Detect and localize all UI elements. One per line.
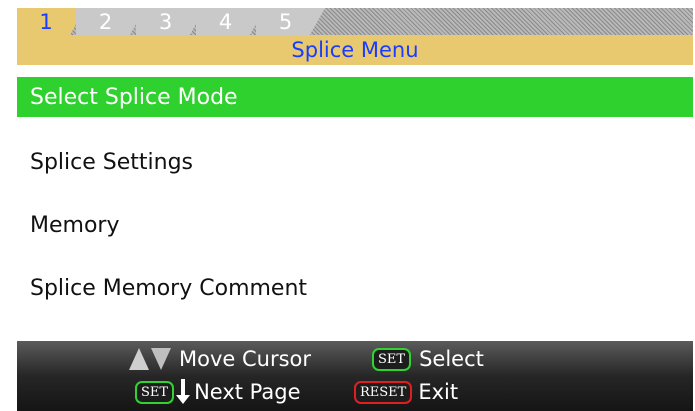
exit-label: Exit [418,380,459,404]
menu-item-splice-settings[interactable]: Splice Settings [17,142,693,182]
footer-help-bar: Move Cursor SET Select SET Next Page RES… [17,341,693,411]
down-arrow-icon [176,379,191,405]
reset-key-icon: RESET [354,380,413,404]
left-margin [0,0,17,411]
tab-label: 5 [278,9,293,34]
tab-label: 1 [39,9,53,34]
move-cursor-label: Move Cursor [179,347,312,371]
up-down-arrows [129,348,171,370]
exit-hint: RESET Exit [354,376,458,408]
select-label: Select [419,347,484,371]
next-page-hint: SET Next Page [135,376,301,408]
set-key-icon: SET [372,347,412,371]
menu-item-splice-memory-comment[interactable]: Splice Memory Comment [17,268,693,308]
set-key-icon: SET [135,380,175,404]
down-triangle-icon [151,348,171,370]
tab-label: 3 [158,9,173,34]
tab-label: 4 [218,9,233,34]
splice-menu-screen: 1 2 3 4 5 Splice Menu Select Splice Mode… [0,0,695,411]
up-triangle-icon [129,348,149,370]
select-hint: SET Select [372,343,484,375]
menu-item-select-splice-mode[interactable]: Select Splice Mode [17,77,693,117]
menu-item-memory[interactable]: Memory [17,205,693,245]
move-cursor-hint: Move Cursor [129,343,311,375]
tab-label: 2 [98,9,113,34]
next-page-label: Next Page [194,380,301,404]
page-title: Splice Menu [291,38,419,62]
